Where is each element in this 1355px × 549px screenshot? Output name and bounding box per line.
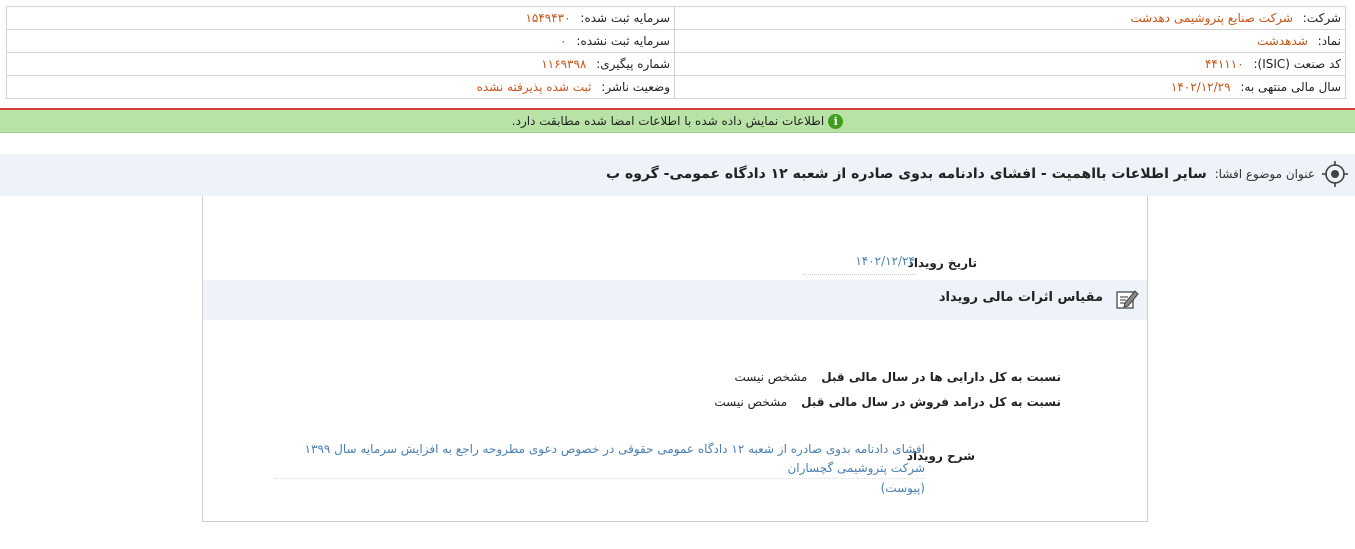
tracking-cell: شماره پیگیری: ۱۱۶۹۳۹۸ <box>6 52 675 76</box>
symbol-label: نماد: <box>1317 34 1341 48</box>
revenue-ratio-value: مشخص نیست <box>714 395 788 409</box>
company-info-table: شرکت: شرکت صنایع پتروشیمی دهدشت سرمایه ث… <box>6 6 1346 99</box>
subject-bar: عنوان موضوع افشا: سایر اطلاعات بااهمیت -… <box>0 154 1355 196</box>
subject-value: سایر اطلاعات بااهمیت - افشای دادنامه بدو… <box>606 166 1207 182</box>
financial-impact-bar: مقیاس اثرات مالی رویداد <box>203 280 1147 320</box>
assets-ratio-row: نسبت به کل دارایی ها در سال مالی قبل مشخ… <box>735 370 1061 384</box>
assets-ratio-value: مشخص نیست <box>734 370 808 384</box>
isic-label: کد صنعت (ISIC): <box>1253 57 1341 71</box>
event-date-label: تاریخ رویداد <box>907 256 977 270</box>
symbol-cell: نماد: شدهدشت <box>674 29 1346 53</box>
publisher-status-cell: وضعیت ناشر: ثبت شده پذیرفته نشده <box>6 75 675 99</box>
info-icon: i <box>828 114 844 129</box>
publisher-status-value: ثبت شده پذیرفته نشده <box>476 80 592 94</box>
fiscal-year-cell: سال مالی منتهی به: ۱۴۰۲/۱۲/۲۹ <box>674 75 1346 99</box>
fiscal-year-label: سال مالی منتهی به: <box>1240 80 1341 94</box>
revenue-ratio-label: نسبت به کل درامد فروش در سال مالی قبل <box>801 395 1061 409</box>
fiscal-year-value: ۱۴۰۲/۱۲/۲۹ <box>1170 80 1231 94</box>
tracking-label: شماره پیگیری: <box>596 57 670 71</box>
event-date-value: ۱۴۰۲/۱۲/۲۴ <box>803 254 915 275</box>
unregistered-capital-label: سرمایه ثبت نشده: <box>576 34 670 48</box>
registered-capital-cell: سرمایه ثبت شده: ۱۵۴۹۴۳۰ <box>6 6 675 30</box>
company-cell: شرکت: شرکت صنایع پتروشیمی دهدشت <box>674 6 1346 30</box>
registered-capital-value: ۱۵۴۹۴۳۰ <box>525 11 571 25</box>
assets-ratio-label: نسبت به کل دارایی ها در سال مالی قبل <box>821 370 1061 384</box>
edit-icon <box>1116 290 1139 309</box>
tracking-value: ۱۱۶۹۳۹۸ <box>541 57 587 71</box>
unregistered-capital-cell: سرمایه ثبت نشده: ۰ <box>6 29 675 53</box>
verification-notice: iاطلاعات نمایش داده شده با اطلاعات امضا … <box>0 110 1355 133</box>
revenue-ratio-row: نسبت به کل درامد فروش در سال مالی قبل مش… <box>714 395 1061 409</box>
company-value: شرکت صنایع پتروشیمی دهدشت <box>1130 11 1293 25</box>
registered-capital-label: سرمایه ثبت شده: <box>580 11 670 25</box>
company-label: شرکت: <box>1302 11 1341 25</box>
subject-label: عنوان موضوع افشا: <box>1214 167 1315 181</box>
isic-value: ۴۴۱۱۱۰ <box>1204 57 1244 71</box>
publisher-status-label: وضعیت ناشر: <box>601 80 670 94</box>
isic-cell: کد صنعت (ISIC): ۴۴۱۱۱۰ <box>674 52 1346 76</box>
description-line-1: افشای دادنامه بدوی صادره از شعبه ۱۲ دادگ… <box>275 440 925 479</box>
notice-text: اطلاعات نمایش داده شده با اطلاعات امضا ش… <box>511 114 825 128</box>
description-text: افشای دادنامه بدوی صادره از شعبه ۱۲ دادگ… <box>275 440 925 498</box>
event-panel: تاریخ رویداد ۱۴۰۲/۱۲/۲۴ مقیاس اثرات مالی… <box>202 196 1148 522</box>
subject-text: عنوان موضوع افشا: سایر اطلاعات بااهمیت -… <box>606 164 1315 184</box>
description-line-2: (پیوست) <box>880 481 925 495</box>
target-icon <box>1322 161 1348 187</box>
unregistered-capital-value: ۰ <box>560 34 567 48</box>
symbol-value[interactable]: شدهدشت <box>1257 34 1308 48</box>
financial-impact-title: مقیاس اثرات مالی رویداد <box>938 290 1103 305</box>
